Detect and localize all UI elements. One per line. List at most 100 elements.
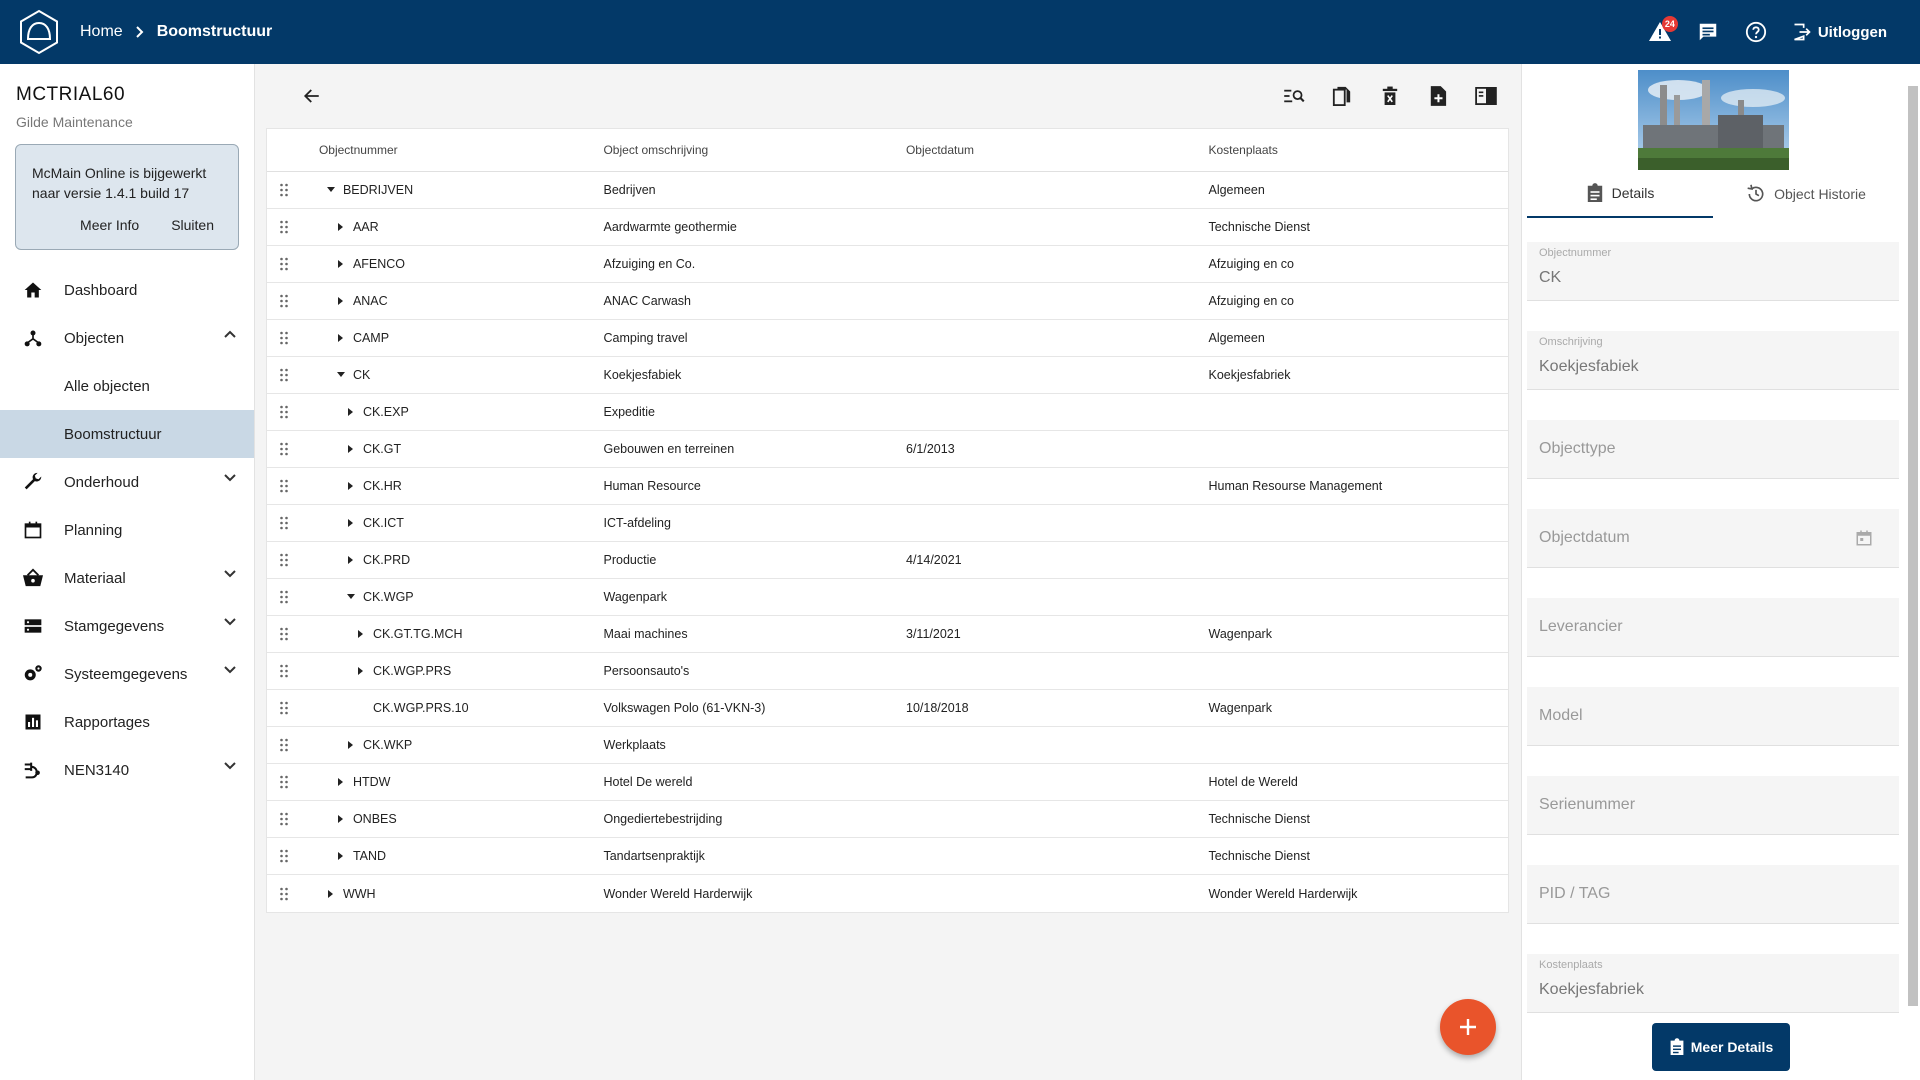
caret-down-icon[interactable] [333,367,349,383]
caret-right-icon[interactable] [333,293,349,309]
table-row[interactable]: AFENCO Afzuiging en Co. Afzuiging en co [267,246,1508,283]
panel-scrollbar[interactable] [1906,72,1918,1072]
nav-dashboard[interactable]: Dashboard [0,266,254,314]
col-header-objectnummer[interactable]: Objectnummer [301,143,604,157]
caret-right-icon[interactable] [333,774,349,790]
table-row[interactable]: AAR Aardwarmte geothermie Technische Die… [267,209,1508,246]
caret-right-icon[interactable] [323,886,339,902]
caret-right-icon[interactable] [353,663,369,679]
field-model[interactable]: Model [1527,687,1899,746]
table-row[interactable]: CK.HR Human Resource Human Resourse Mana… [267,468,1508,505]
back-button[interactable] [296,80,328,112]
table-row[interactable]: CK.WGP Wagenpark [267,579,1508,616]
caret-right-icon[interactable] [333,219,349,235]
table-row[interactable]: BEDRIJVEN Bedrijven Algemeen [267,172,1508,209]
nav-rapportages[interactable]: Rapportages [0,698,254,746]
caret-right-icon[interactable] [343,737,359,753]
alerts-button[interactable]: 24 [1640,12,1680,52]
app-logo[interactable] [15,8,63,56]
drag-handle-icon[interactable] [267,368,301,382]
field-objectnummer[interactable]: Objectnummer CK [1527,242,1899,301]
logout-button[interactable]: Uitloggen [1792,22,1887,42]
field-objectdatum[interactable]: Objectdatum [1527,509,1899,568]
table-row[interactable]: WWH Wonder Wereld Harderwijk Wonder Were… [267,875,1508,912]
caret-right-icon[interactable] [333,256,349,272]
caret-right-icon[interactable] [343,478,359,494]
drag-handle-icon[interactable] [267,331,301,345]
drag-handle-icon[interactable] [267,701,301,715]
drag-handle-icon[interactable] [267,627,301,641]
add-object-fab[interactable] [1440,999,1496,1055]
drag-handle-icon[interactable] [267,183,301,197]
field-kostenplaats[interactable]: Kostenplaats Koekjesfabriek [1527,954,1899,1013]
drag-handle-icon[interactable] [267,590,301,604]
col-header-objectdatum[interactable]: Objectdatum [906,143,1209,157]
table-row[interactable]: CK.GT Gebouwen en terreinen 6/1/2013 [267,431,1508,468]
close-notice-button[interactable]: Sluiten [171,215,214,235]
help-button[interactable] [1736,12,1776,52]
drag-handle-icon[interactable] [267,812,301,826]
drag-handle-icon[interactable] [267,405,301,419]
caret-right-icon[interactable] [343,404,359,420]
caret-down-icon[interactable] [343,589,359,605]
caret-right-icon[interactable] [343,441,359,457]
more-info-button[interactable]: Meer Info [80,215,139,235]
col-header-omschrijving[interactable]: Object omschrijving [603,143,906,157]
drag-handle-icon[interactable] [267,738,301,752]
new-document-button[interactable] [1422,80,1454,112]
field-objecttype[interactable]: Objecttype [1527,420,1899,479]
field-omschrijving[interactable]: Omschrijving Koekjesfabiek [1527,331,1899,390]
drag-handle-icon[interactable] [267,664,301,678]
field-leverancier[interactable]: Leverancier [1527,598,1899,657]
tab-details[interactable]: Details [1527,170,1713,218]
nav-boomstructuur[interactable]: Boomstructuur [0,410,254,458]
drag-handle-icon[interactable] [267,479,301,493]
messages-button[interactable] [1688,12,1728,52]
table-row[interactable]: CK Koekjesfabiek Koekjesfabriek [267,357,1508,394]
search-list-button[interactable] [1278,80,1310,112]
field-serienummer[interactable]: Serienummer [1527,776,1899,835]
field-pid-tag[interactable]: PID / TAG [1527,865,1899,924]
delete-button[interactable] [1374,80,1406,112]
table-row[interactable]: CK.WGP.PRS Persoonsauto's [267,653,1508,690]
table-row[interactable]: CK.WKP Werkplaats [267,727,1508,764]
nav-objecten[interactable]: Objecten [0,314,254,362]
table-row[interactable]: TAND Tandartsenpraktijk Technische Diens… [267,838,1508,875]
caret-right-icon[interactable] [343,552,359,568]
drag-handle-icon[interactable] [267,887,301,901]
caret-right-icon[interactable] [333,330,349,346]
nav-nen3140[interactable]: NEN3140 [0,746,254,794]
tab-object-historie[interactable]: Object Historie [1713,170,1899,218]
col-header-kostenplaats[interactable]: Kostenplaats [1208,143,1508,157]
nav-systeemgegevens[interactable]: Systeemgegevens [0,650,254,698]
table-row[interactable]: CK.WGP.PRS.10 Volkswagen Polo (61-VKN-3)… [267,690,1508,727]
nav-materiaal[interactable]: Materiaal [0,554,254,602]
caret-right-icon[interactable] [353,626,369,642]
copy-button[interactable] [1326,80,1358,112]
caret-right-icon[interactable] [333,811,349,827]
drag-handle-icon[interactable] [267,516,301,530]
caret-right-icon[interactable] [333,848,349,864]
drag-handle-icon[interactable] [267,553,301,567]
table-row[interactable]: CK.ICT ICT-afdeling [267,505,1508,542]
drag-handle-icon[interactable] [267,220,301,234]
nav-planning[interactable]: Planning [0,506,254,554]
breadcrumb-home[interactable]: Home [80,23,123,41]
table-row[interactable]: CK.EXP Expeditie [267,394,1508,431]
table-row[interactable]: HTDW Hotel De wereld Hotel de Wereld [267,764,1508,801]
drag-handle-icon[interactable] [267,294,301,308]
drag-handle-icon[interactable] [267,849,301,863]
drag-handle-icon[interactable] [267,442,301,456]
table-row[interactable]: CAMP Camping travel Algemeen [267,320,1508,357]
table-row[interactable]: ONBES Ongediertebestrijding Technische D… [267,801,1508,838]
nav-onderhoud[interactable]: Onderhoud [0,458,254,506]
table-row[interactable]: CK.PRD Productie 4/14/2021 [267,542,1508,579]
table-row[interactable]: CK.GT.TG.MCH Maai machines 3/11/2021 Wag… [267,616,1508,653]
caret-down-icon[interactable] [323,182,339,198]
drag-handle-icon[interactable] [267,257,301,271]
table-row[interactable]: ANAC ANAC Carwash Afzuiging en co [267,283,1508,320]
toggle-panel-button[interactable] [1470,80,1502,112]
meer-details-button[interactable]: Meer Details [1652,1023,1790,1071]
nav-stamgegevens[interactable]: Stamgegevens [0,602,254,650]
nav-alle-objecten[interactable]: Alle objecten [0,362,254,410]
